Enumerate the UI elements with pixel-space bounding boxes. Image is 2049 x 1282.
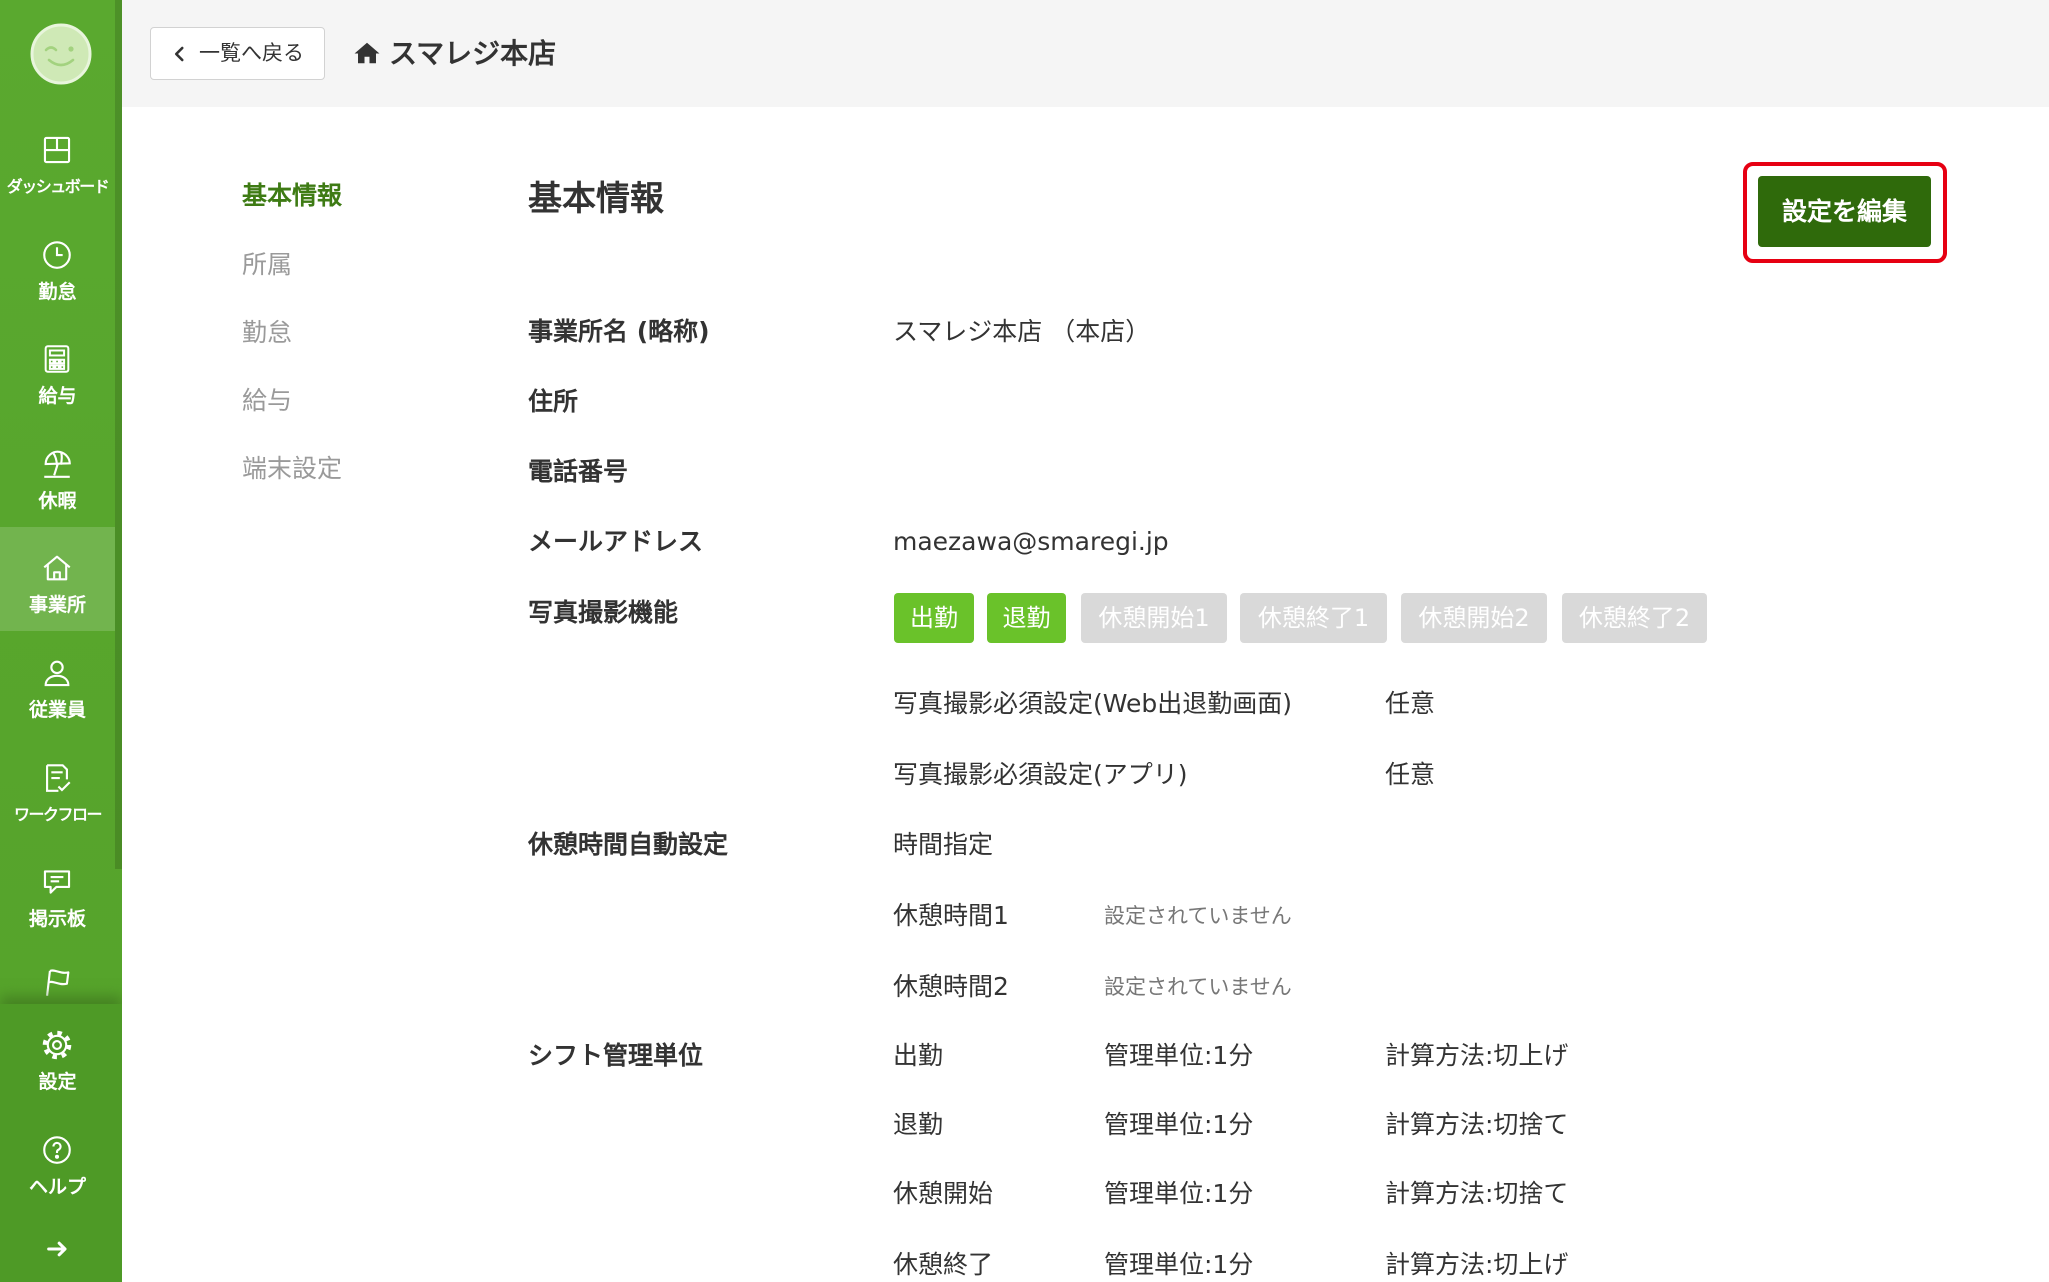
sidebar-item-label: 休暇 bbox=[38, 490, 77, 512]
sidebar-item-bulletin-board[interactable]: 掲示板 bbox=[0, 841, 115, 945]
section-nav-device-settings[interactable]: 端末設定 bbox=[242, 453, 342, 485]
photo-feature-label: 写真撮影機能 bbox=[528, 598, 679, 627]
photo-tag-break-start-2: 休憩開始2 bbox=[1401, 593, 1547, 643]
clock-icon bbox=[40, 238, 74, 272]
shift-row-type: 出勤 bbox=[893, 1041, 944, 1070]
sidebar-item-label: 勤怠 bbox=[38, 281, 77, 303]
section-title: 基本情報 bbox=[528, 179, 664, 219]
phone-label: 電話番号 bbox=[528, 457, 629, 486]
email-value: maezawa@smaregi.jp bbox=[893, 527, 1169, 556]
section-nav-payroll[interactable]: 給与 bbox=[242, 385, 292, 417]
sidebar-item-label: 事業所 bbox=[28, 594, 86, 616]
photo-required-web-value: 任意 bbox=[1385, 689, 1436, 718]
office-name-label: 事業所名 (略称) bbox=[528, 317, 710, 346]
break-time-1-label: 休憩時間1 bbox=[893, 901, 1009, 930]
email-label: メールアドレス bbox=[528, 527, 704, 556]
sidebar-item-help[interactable]: ヘルプ bbox=[0, 1109, 115, 1213]
sidebar-bottom: 設定 ヘルプ bbox=[0, 1004, 122, 1282]
shift-row-unit: 管理単位:1分 bbox=[1104, 1179, 1254, 1208]
sidebar-item-label: 設定 bbox=[38, 1071, 77, 1093]
sidebar-item-employees[interactable]: 従業員 bbox=[0, 632, 115, 736]
dashboard-icon bbox=[40, 133, 74, 167]
shift-row-method: 計算方法:切上げ bbox=[1385, 1250, 1569, 1279]
calculator-icon bbox=[40, 342, 74, 376]
beach-umbrella-icon bbox=[40, 447, 74, 481]
sidebar-item-label: ワークフロー bbox=[13, 805, 103, 824]
flag-icon bbox=[40, 966, 74, 1000]
sidebar-scrollbar[interactable] bbox=[115, 0, 122, 869]
sidebar-item-label: 従業員 bbox=[28, 699, 86, 721]
sidebar-item-leave[interactable]: 休暇 bbox=[0, 423, 115, 527]
photo-required-web-label: 写真撮影必須設定(Web出退勤画面) bbox=[893, 689, 1293, 718]
shift-row-type: 休憩開始 bbox=[893, 1179, 994, 1208]
back-button-label: 一覧へ戻る bbox=[199, 41, 304, 65]
top-header: 一覧へ戻る スマレジ本店 bbox=[122, 0, 2049, 107]
back-to-list-button[interactable]: 一覧へ戻る bbox=[150, 27, 325, 80]
photo-required-app-value: 任意 bbox=[1385, 760, 1436, 789]
address-label: 住所 bbox=[528, 387, 579, 416]
break-time-1-value: 設定されていません bbox=[1104, 904, 1292, 928]
user-icon bbox=[40, 656, 74, 690]
shift-row-unit: 管理単位:1分 bbox=[1104, 1110, 1254, 1139]
sidebar-item-label: 掲示板 bbox=[28, 908, 86, 930]
sidebar-item-attendance[interactable]: 勤怠 bbox=[0, 214, 115, 318]
photo-tag-clock-out: 退勤 bbox=[987, 593, 1066, 643]
sidebar-item-office[interactable]: 事業所 bbox=[0, 527, 115, 631]
sidebar-item-label: ダッシュボード bbox=[6, 177, 110, 196]
shift-row-unit: 管理単位:1分 bbox=[1104, 1041, 1254, 1070]
sidebar: ダッシュボード 勤怠 給与 休暇 事業所 従業員 ワークフロー 掲示板 設定 ヘ… bbox=[0, 0, 122, 1282]
sidebar-item-workflow[interactable]: ワークフロー bbox=[0, 737, 115, 841]
home-icon bbox=[353, 40, 381, 66]
chevron-left-icon bbox=[171, 45, 189, 63]
shift-row-method: 計算方法:切捨て bbox=[1385, 1179, 1569, 1208]
home-icon bbox=[40, 551, 74, 585]
photo-tag-clock-in: 出勤 bbox=[894, 593, 974, 643]
photo-tag-break-end-2: 休憩終了2 bbox=[1562, 593, 1707, 643]
sidebar-item-label: 給与 bbox=[38, 385, 77, 407]
photo-tag-break-start-1: 休憩開始1 bbox=[1081, 593, 1227, 643]
sidebar-item-label: ヘルプ bbox=[28, 1176, 86, 1198]
page-title: スマレジ本店 bbox=[389, 37, 557, 70]
office-name-value: スマレジ本店 （本店） bbox=[893, 317, 1151, 346]
shift-unit-label: シフト管理単位 bbox=[528, 1041, 704, 1070]
shift-row-method: 計算方法:切捨て bbox=[1385, 1110, 1569, 1139]
photo-tag-break-end-1: 休憩終了1 bbox=[1240, 593, 1387, 643]
shift-row-type: 退勤 bbox=[893, 1110, 944, 1139]
section-nav-basic-info[interactable]: 基本情報 bbox=[242, 180, 342, 212]
message-board-icon bbox=[40, 865, 74, 899]
shift-row-type: 休憩終了 bbox=[893, 1250, 994, 1279]
break-auto-value: 時間指定 bbox=[893, 830, 994, 859]
section-nav-affiliation[interactable]: 所属 bbox=[242, 249, 292, 281]
break-auto-label: 休憩時間自動設定 bbox=[528, 830, 729, 859]
sidebar-item-payroll[interactable]: 給与 bbox=[0, 318, 115, 422]
break-time-2-label: 休憩時間2 bbox=[893, 972, 1009, 1001]
gear-icon bbox=[40, 1028, 74, 1062]
checklist-icon bbox=[40, 761, 74, 795]
sidebar-item-settings[interactable]: 設定 bbox=[0, 1004, 115, 1108]
sidebar-item-dashboard[interactable]: ダッシュボード bbox=[0, 109, 115, 213]
shift-row-unit: 管理単位:1分 bbox=[1104, 1250, 1254, 1279]
help-icon bbox=[40, 1133, 74, 1167]
edit-settings-button[interactable]: 設定を編集 bbox=[1758, 176, 1931, 247]
section-nav-attendance[interactable]: 勤怠 bbox=[242, 317, 292, 349]
arrow-right-icon[interactable] bbox=[44, 1235, 72, 1263]
photo-required-app-label: 写真撮影必須設定(アプリ) bbox=[893, 760, 1188, 789]
break-time-2-value: 設定されていません bbox=[1104, 975, 1292, 999]
shift-row-method: 計算方法:切上げ bbox=[1385, 1041, 1569, 1070]
smiley-avatar-icon[interactable] bbox=[29, 22, 93, 86]
